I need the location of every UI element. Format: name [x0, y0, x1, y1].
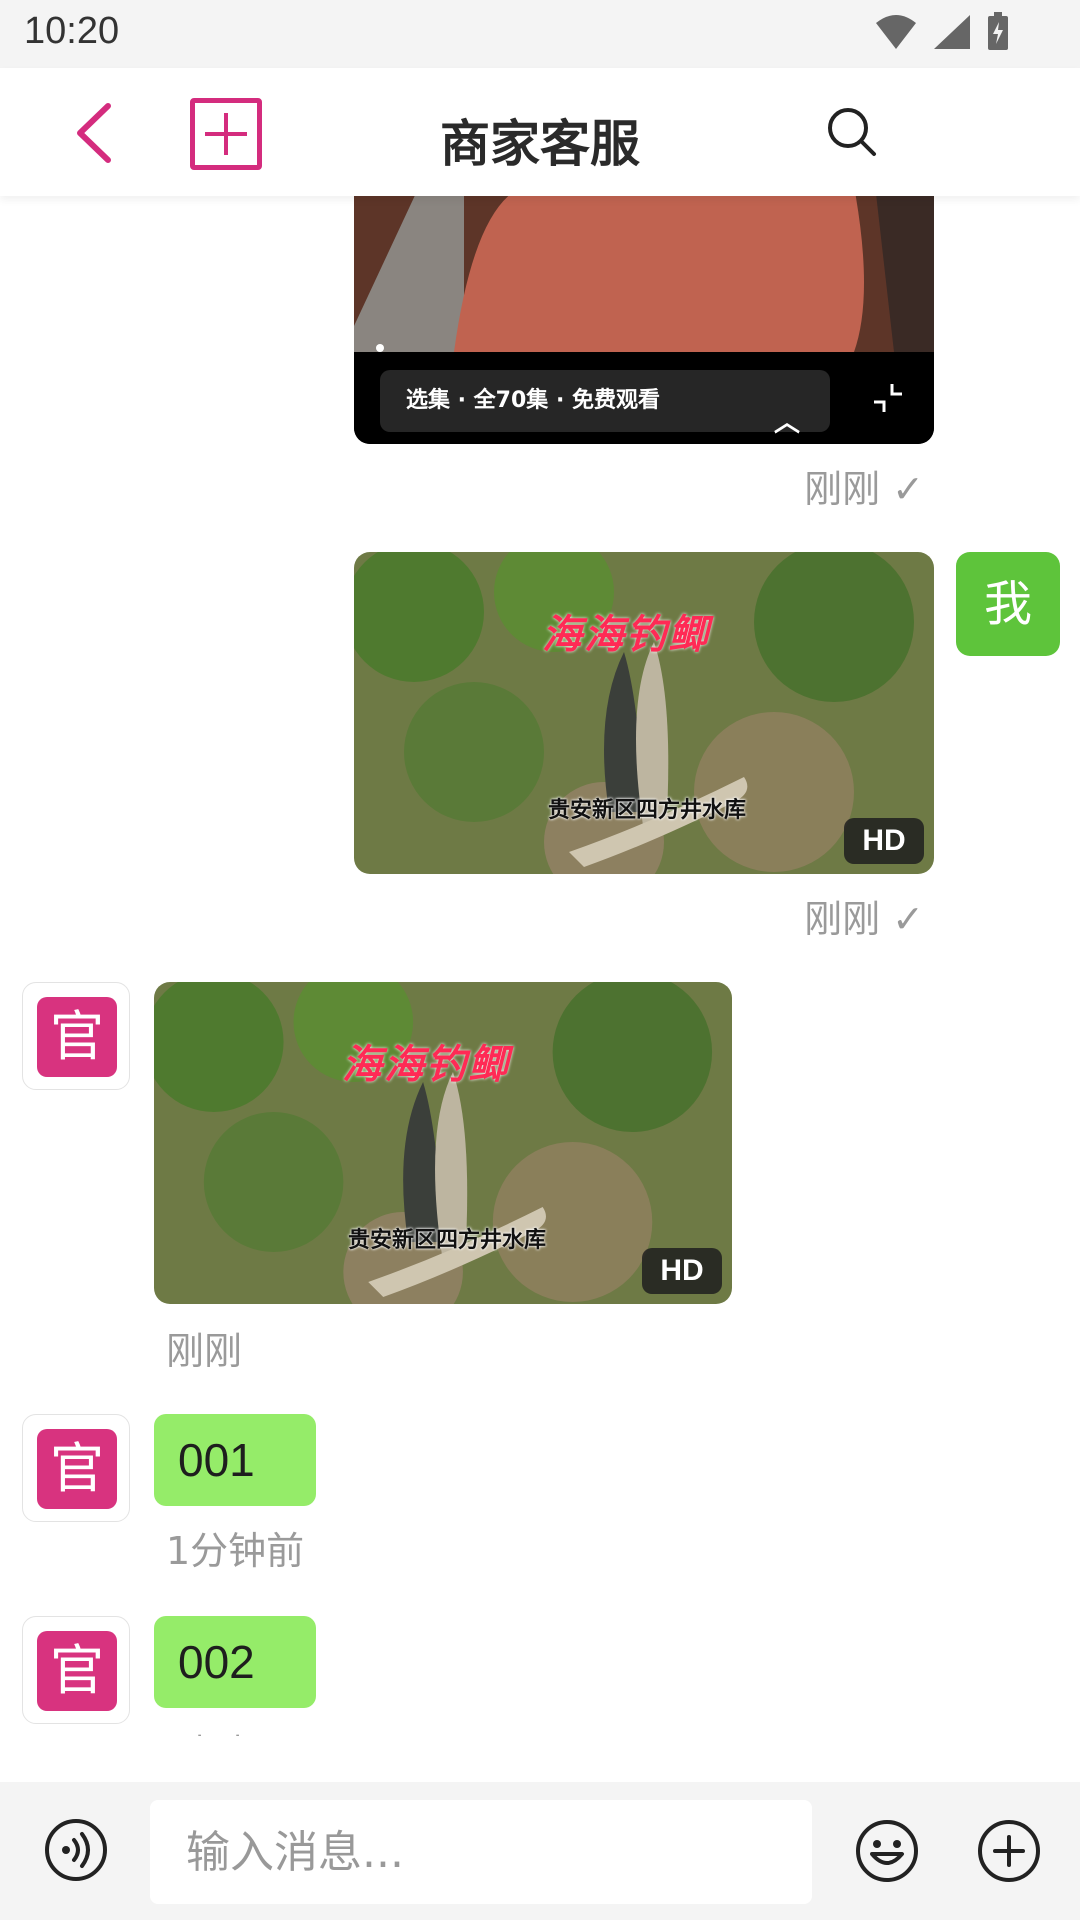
plus-icon[interactable]	[976, 1818, 1042, 1884]
text-message-bubble[interactable]: 001	[154, 1414, 316, 1506]
official-avatar-label: 官	[37, 1429, 117, 1509]
hd-badge: HD	[642, 1248, 722, 1294]
video-title: 海海钓鲫	[542, 611, 710, 658]
header: 商家客服	[0, 68, 1080, 196]
message-meta: 刚刚	[166, 1329, 243, 1373]
battery-icon	[988, 12, 1008, 50]
search-icon[interactable]	[824, 104, 880, 160]
my-avatar[interactable]: 我	[956, 552, 1060, 656]
message-meta: 刚刚 ✓	[804, 467, 924, 511]
official-avatar[interactable]: 官	[22, 1414, 130, 1522]
emoji-icon[interactable]	[854, 1818, 920, 1884]
video-caption: 贵安新区四方井水库	[348, 1228, 547, 1253]
page-title: 商家客服	[440, 115, 640, 173]
message-meta: 刚刚 ✓	[804, 897, 924, 941]
status-bar: 10:20	[0, 0, 1080, 68]
official-avatar-label: 官	[37, 997, 117, 1077]
status-icons	[874, 12, 1010, 52]
video-message-card[interactable]: 选集 · 全70集 · 免费观看 ︿	[354, 196, 934, 444]
voice-icon[interactable]	[44, 1818, 108, 1882]
hd-badge: HD	[844, 818, 924, 864]
status-time: 10:20	[24, 10, 120, 52]
official-avatar-label: 官	[37, 1631, 117, 1711]
signal-icon	[934, 15, 970, 49]
text-message-bubble[interactable]: 002	[154, 1616, 316, 1708]
episode-selector[interactable]: 选集 · 全70集 · 免费观看 ︿	[380, 370, 830, 438]
episode-label: 选集 · 全70集 · 免费观看	[406, 388, 660, 413]
video-title: 海海钓鲫	[342, 1041, 510, 1088]
video-message-card[interactable]: 海海钓鲫 贵安新区四方井水库 HD	[154, 982, 732, 1304]
collapse-icon[interactable]	[870, 380, 906, 416]
chat-area[interactable]: 选集 · 全70集 · 免费观看 ︿ 刚刚 ✓ 海海钓鲫 贵安新区四方井水库 H…	[0, 196, 1080, 1736]
message-meta: 1分钟前	[166, 1529, 305, 1573]
wifi-icon	[876, 15, 916, 49]
official-avatar[interactable]: 官	[22, 982, 130, 1090]
message-meta: 刚刚	[166, 1722, 242, 1736]
video-caption: 贵安新区四方井水库	[548, 798, 747, 823]
input-bar	[0, 1782, 1080, 1920]
message-input[interactable]	[150, 1800, 812, 1904]
official-avatar[interactable]: 官	[22, 1616, 130, 1724]
video-player-bar: 选集 · 全70集 · 免费观看 ︿	[354, 352, 934, 444]
video-message-card[interactable]: 海海钓鲫 贵安新区四方井水库 HD	[354, 552, 934, 874]
chevron-up-icon: ︿	[773, 408, 800, 438]
